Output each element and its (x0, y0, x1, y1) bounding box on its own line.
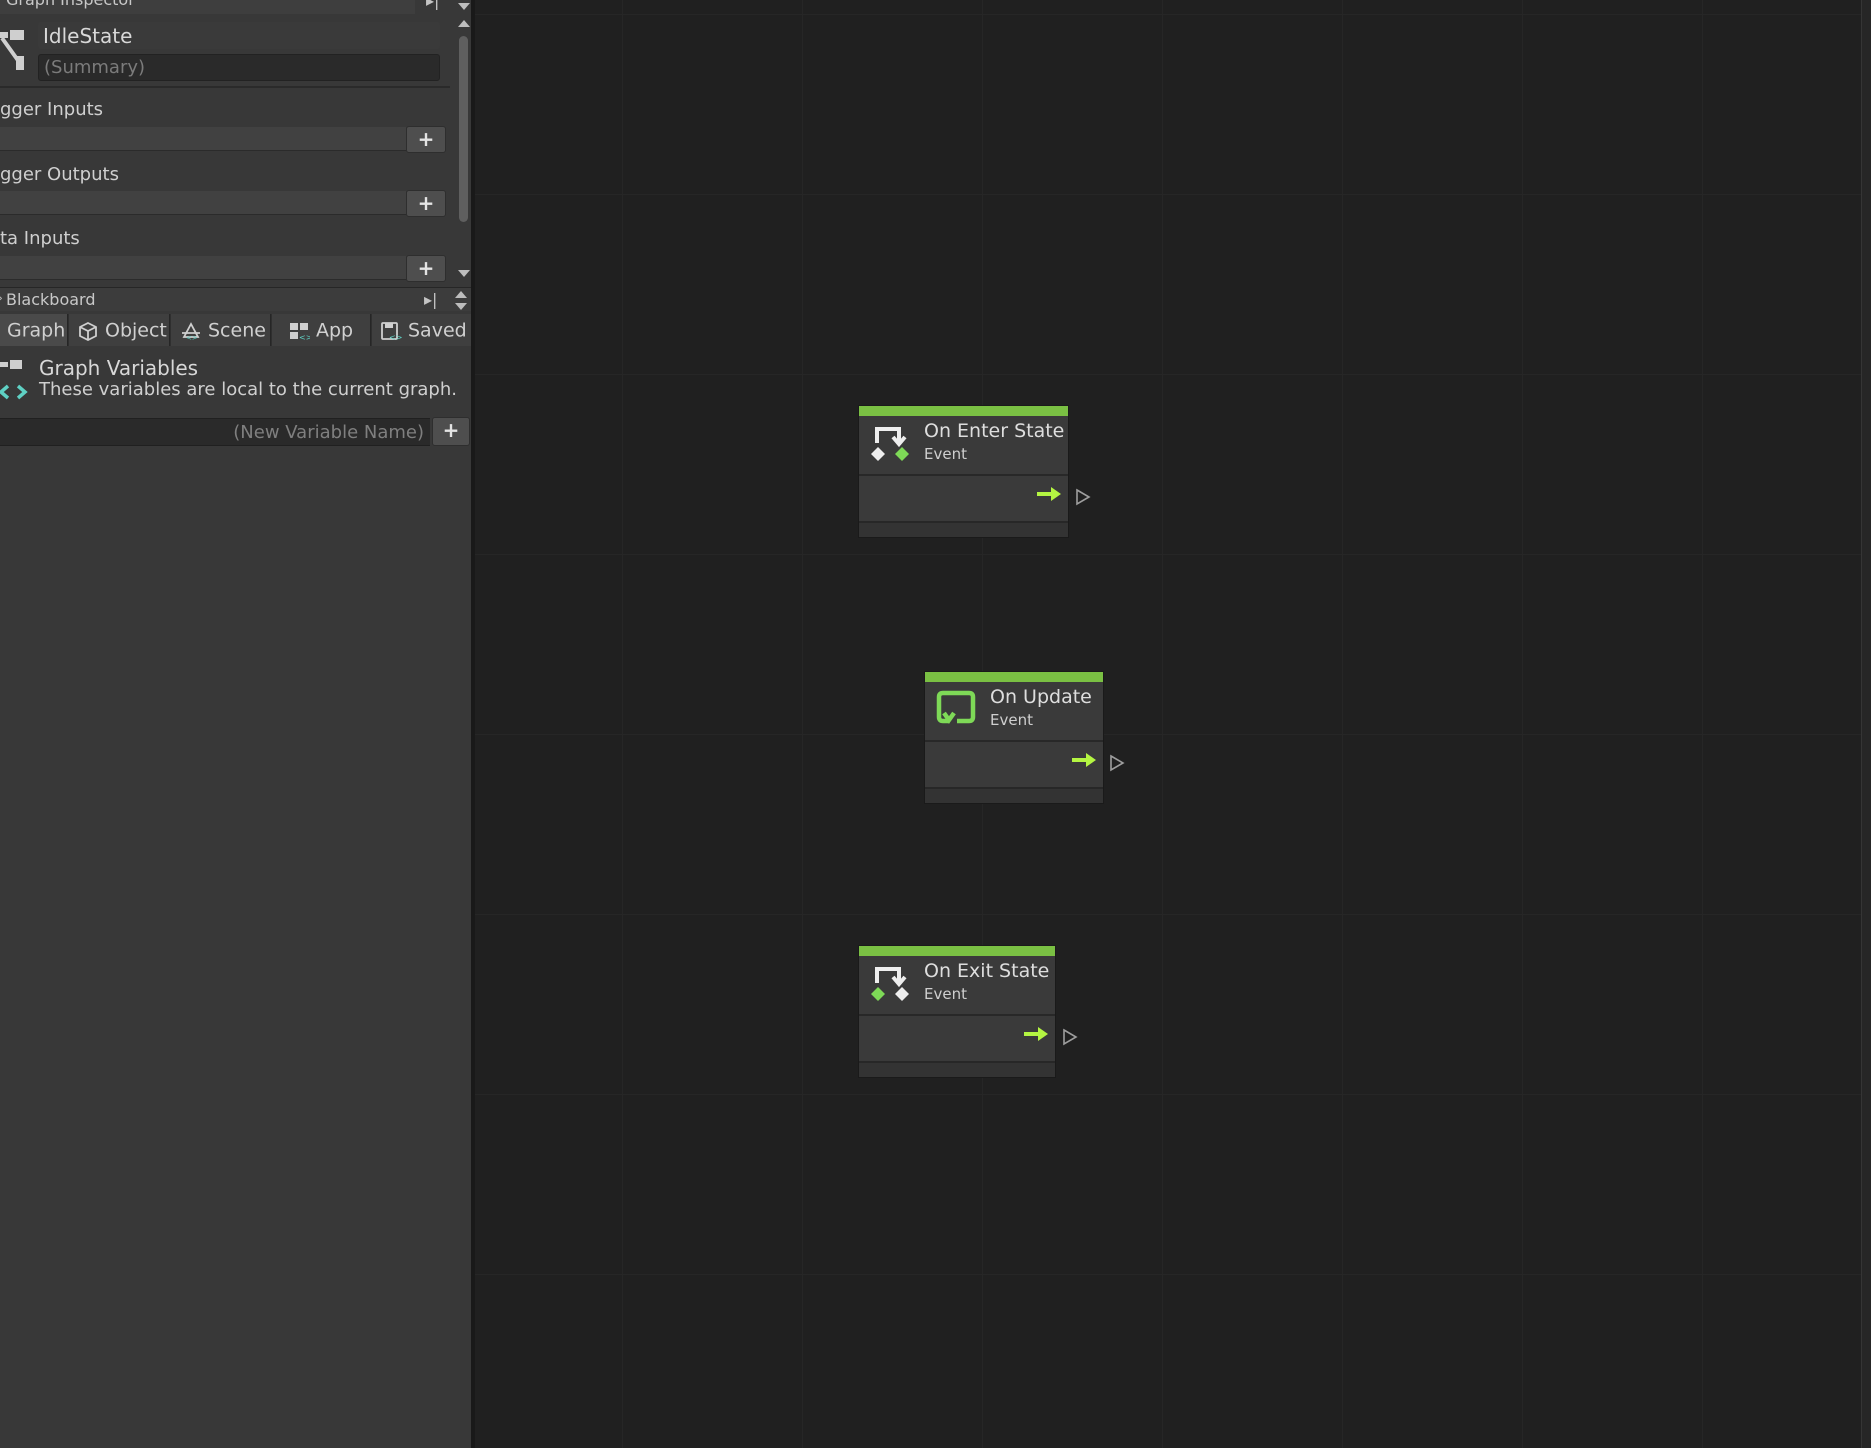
pin-icon[interactable]: ▸| (424, 290, 437, 309)
tab-graph-label: Graph (7, 319, 66, 342)
on-enter-state-node[interactable]: On Enter State Event (858, 405, 1069, 538)
add-data-input-button[interactable]: + (406, 255, 446, 282)
data-inputs-title: ta Inputs (0, 228, 80, 249)
app-icon: <> (290, 322, 310, 341)
state-exit-icon (871, 967, 909, 1001)
control-output-arrow-icon (1072, 753, 1096, 767)
scroll-down-arrow-icon[interactable] (458, 3, 470, 10)
trigger-inputs-title: gger Inputs (0, 99, 104, 120)
node-footer (859, 521, 1068, 537)
graph-variables-title: Graph Variables (39, 356, 199, 380)
control-output-arrow-icon (1037, 487, 1061, 501)
tab-app-label: App (316, 319, 354, 342)
state-enter-icon (871, 427, 909, 461)
tab-object-label: Object (105, 319, 167, 342)
node-header-bar (859, 406, 1068, 416)
node-title: On Enter State (924, 420, 1065, 442)
on-update-node[interactable]: On Update Event (924, 671, 1104, 804)
node-divider (859, 1014, 1055, 1016)
tab-app[interactable]: <> App (272, 314, 371, 346)
left-panel: Graph Inspector ▸| IdleState (Summary) g… (0, 0, 474, 1448)
add-variable-button[interactable]: + (432, 417, 470, 446)
node-divider (925, 740, 1103, 742)
separator (0, 86, 450, 88)
pin-icon[interactable]: ▸| (426, 0, 439, 10)
node-header-bar (859, 946, 1055, 956)
trigger-inputs-list (0, 127, 406, 151)
scroll-up-arrow-icon[interactable] (455, 291, 467, 298)
saved-icon: <> (381, 321, 402, 341)
node-subtitle: Event (990, 711, 1033, 729)
graph-canvas[interactable] (475, 0, 1861, 1448)
graph-variables-description: These variables are local to the current… (39, 379, 457, 400)
graph-inspector-header: Graph Inspector (0, 0, 415, 14)
tab-scene-label: Scene (208, 319, 266, 342)
svg-text:<>: <> (186, 334, 198, 341)
update-loop-icon (936, 690, 976, 724)
graph-variables-icon (0, 360, 28, 400)
scroll-thumb[interactable] (459, 36, 468, 222)
blackboard-tab-bar: Graph Object <> Scene <> App <> Saved (0, 314, 472, 346)
data-inputs-list (0, 256, 406, 280)
tab-saved-label: Saved (408, 319, 467, 342)
on-exit-state-node[interactable]: On Exit State Event (858, 945, 1056, 1078)
scroll-up-arrow-icon[interactable] (458, 20, 470, 27)
cube-icon (79, 321, 97, 341)
right-panel-edge (1861, 0, 1871, 1448)
scroll-down-arrow-icon[interactable] (458, 270, 470, 277)
graph-inspector-title: Graph Inspector (6, 0, 135, 9)
svg-text:<>: <> (299, 333, 310, 341)
blackboard-title: Blackboard (6, 290, 96, 309)
node-divider (859, 474, 1068, 476)
trigger-outputs-list (0, 191, 406, 215)
node-footer (859, 1061, 1055, 1077)
output-port-icon[interactable] (1109, 754, 1125, 772)
tab-scene[interactable]: <> Scene (171, 314, 271, 346)
add-trigger-output-button[interactable]: + (406, 190, 446, 217)
node-title: On Exit State (924, 960, 1050, 982)
blackboard-header[interactable]: Blackboard › ▸| (0, 287, 472, 311)
add-trigger-input-button[interactable]: + (406, 126, 446, 153)
collapse-arrow-icon[interactable]: › (0, 291, 3, 305)
node-subtitle: Event (924, 445, 967, 463)
scene-icon: <> (182, 321, 200, 341)
node-title: On Update (990, 686, 1092, 708)
output-port-icon[interactable] (1075, 488, 1091, 506)
graph-name-field[interactable]: IdleState (38, 22, 440, 49)
node-header-bar (925, 672, 1103, 682)
tab-graph[interactable]: Graph (0, 314, 68, 346)
node-subtitle: Event (924, 985, 967, 1003)
output-port-icon[interactable] (1062, 1028, 1078, 1046)
tab-saved[interactable]: <> Saved (372, 314, 472, 346)
new-variable-name-input[interactable]: (New Variable Name) (233, 422, 424, 443)
control-output-arrow-icon (1024, 1027, 1048, 1041)
tab-object[interactable]: Object (69, 314, 170, 346)
graph-icon (0, 30, 24, 70)
new-variable-row: (New Variable Name) (0, 418, 430, 446)
node-footer (925, 787, 1103, 803)
scroll-down-arrow-icon[interactable] (455, 303, 467, 310)
svg-text:<>: <> (389, 333, 402, 341)
trigger-outputs-title: gger Outputs (0, 164, 119, 185)
graph-summary-field[interactable]: (Summary) (38, 54, 440, 81)
